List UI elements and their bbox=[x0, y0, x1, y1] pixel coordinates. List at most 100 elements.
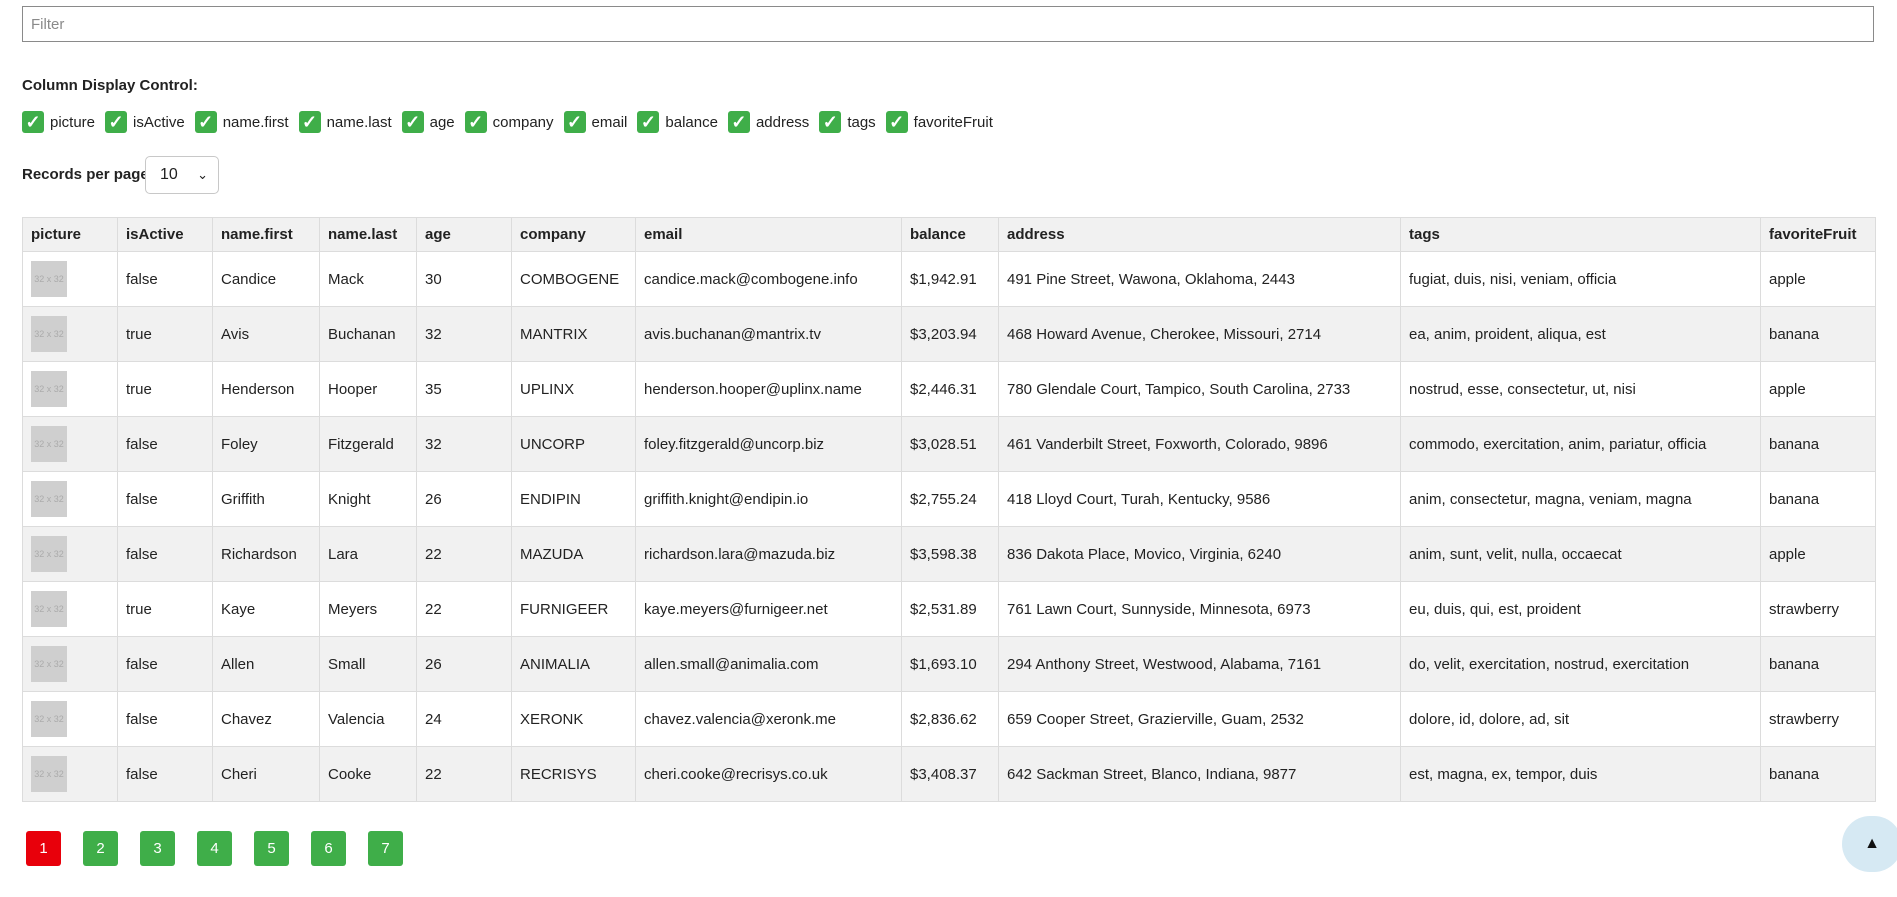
column-header[interactable]: tags bbox=[1400, 217, 1761, 252]
column-header[interactable]: name.last bbox=[319, 217, 417, 252]
column-header[interactable]: name.first bbox=[212, 217, 320, 252]
cell-name-last: Fitzgerald bbox=[319, 416, 417, 472]
column-toggle-name-first[interactable]: ✓ name.first bbox=[194, 111, 289, 133]
cell-picture: 32 x 32 bbox=[22, 581, 118, 637]
cell-company: MAZUDA bbox=[511, 526, 636, 582]
column-header[interactable]: company bbox=[511, 217, 636, 252]
checkbox-checked-icon[interactable]: ✓ bbox=[194, 111, 217, 133]
arrow-up-icon: ▲ bbox=[1864, 835, 1880, 852]
cell-company: FURNIGEER bbox=[511, 581, 636, 637]
cell-name-first: Griffith bbox=[212, 471, 320, 527]
table-row: 32 x 32 false Foley Fitzgerald 32 UNCORP foley… bbox=[22, 416, 1876, 472]
cell-favorite-fruit: apple bbox=[1760, 361, 1876, 417]
cell-isactive: false bbox=[117, 416, 213, 472]
checkbox-checked-icon[interactable]: ✓ bbox=[464, 111, 487, 133]
cell-company: ENDIPIN bbox=[511, 471, 636, 527]
column-header[interactable]: balance bbox=[901, 217, 999, 252]
column-header[interactable]: favoriteFruit bbox=[1760, 217, 1876, 252]
cell-company: MANTRIX bbox=[511, 306, 636, 362]
checkbox-checked-icon[interactable]: ✓ bbox=[401, 111, 424, 133]
picture-thumbnail: 32 x 32 bbox=[31, 536, 67, 572]
checkbox-checked-icon[interactable]: ✓ bbox=[885, 111, 908, 133]
checkbox-checked-icon[interactable]: ✓ bbox=[22, 111, 44, 133]
page-button-6[interactable]: 6 bbox=[311, 831, 346, 866]
cell-email: kaye.meyers@furnigeer.net bbox=[635, 581, 902, 637]
cell-picture: 32 x 32 bbox=[22, 471, 118, 527]
column-header[interactable]: isActive bbox=[117, 217, 213, 252]
column-toggle-name-last[interactable]: ✓ name.last bbox=[298, 111, 392, 133]
table-row: 32 x 32 false Allen Small 26 ANIMALIA allen.sm… bbox=[22, 636, 1876, 692]
cell-tags: fugiat, duis, nisi, veniam, officia bbox=[1400, 251, 1761, 307]
cell-favorite-fruit: apple bbox=[1760, 526, 1876, 582]
page-button-1[interactable]: 1 bbox=[26, 831, 61, 866]
cell-balance: $1,942.91 bbox=[901, 251, 999, 307]
column-toggle-label: address bbox=[755, 113, 810, 131]
column-toggle-tags[interactable]: ✓ tags bbox=[819, 111, 876, 133]
cell-isactive: true bbox=[117, 306, 213, 362]
column-header[interactable]: picture bbox=[22, 217, 118, 252]
checkbox-checked-icon[interactable]: ✓ bbox=[105, 111, 128, 133]
cell-company: COMBOGENE bbox=[511, 251, 636, 307]
column-toggle-email[interactable]: ✓ email bbox=[563, 111, 627, 133]
cell-isactive: false bbox=[117, 636, 213, 692]
cell-company: XERONK bbox=[511, 691, 636, 747]
cell-company: RECRISYS bbox=[511, 746, 636, 802]
cell-email: henderson.hooper@uplinx.name bbox=[635, 361, 902, 417]
cell-balance: $1,693.10 bbox=[901, 636, 999, 692]
column-header[interactable]: age bbox=[416, 217, 512, 252]
cell-picture: 32 x 32 bbox=[22, 636, 118, 692]
column-toggle-isactive[interactable]: ✓ isActive bbox=[105, 111, 185, 133]
column-toggle-company[interactable]: ✓ company bbox=[464, 111, 554, 133]
checkbox-checked-icon[interactable]: ✓ bbox=[637, 111, 660, 133]
column-toggle-favoritefruit[interactable]: ✓ favoriteFruit bbox=[885, 111, 993, 133]
column-header[interactable]: email bbox=[635, 217, 902, 252]
cell-tags: est, magna, ex, tempor, duis bbox=[1400, 746, 1761, 802]
page-button-7[interactable]: 7 bbox=[368, 831, 403, 866]
column-toggle-address[interactable]: ✓ address bbox=[727, 111, 810, 133]
cell-tags: do, velit, exercitation, nostrud, exerci… bbox=[1400, 636, 1761, 692]
cell-age: 35 bbox=[416, 361, 512, 417]
cell-isactive: true bbox=[117, 581, 213, 637]
cell-isactive: false bbox=[117, 526, 213, 582]
cell-isactive: false bbox=[117, 691, 213, 747]
cell-tags: anim, sunt, velit, nulla, occaecat bbox=[1400, 526, 1761, 582]
column-toggle-label: age bbox=[429, 113, 455, 131]
page-button-3[interactable]: 3 bbox=[140, 831, 175, 866]
cell-isactive: false bbox=[117, 471, 213, 527]
cell-favorite-fruit: banana bbox=[1760, 471, 1876, 527]
page-button-4[interactable]: 4 bbox=[197, 831, 232, 866]
picture-thumbnail: 32 x 32 bbox=[31, 701, 67, 737]
column-toggle-picture[interactable]: ✓ picture bbox=[22, 111, 95, 133]
column-toggle-age[interactable]: ✓ age bbox=[401, 111, 455, 133]
cell-age: 32 bbox=[416, 416, 512, 472]
page-button-2[interactable]: 2 bbox=[83, 831, 118, 866]
cell-name-last: Knight bbox=[319, 471, 417, 527]
column-header[interactable]: address bbox=[998, 217, 1401, 252]
records-per-page-label: Records per page: bbox=[22, 166, 154, 183]
cell-name-last: Meyers bbox=[319, 581, 417, 637]
cell-address: 294 Anthony Street, Westwood, Alabama, 7… bbox=[998, 636, 1401, 692]
column-toggle-balance[interactable]: ✓ balance bbox=[637, 111, 718, 133]
cell-name-last: Buchanan bbox=[319, 306, 417, 362]
picture-thumbnail: 32 x 32 bbox=[31, 261, 67, 297]
cell-address: 836 Dakota Place, Movico, Virginia, 6240 bbox=[998, 526, 1401, 582]
cell-favorite-fruit: banana bbox=[1760, 416, 1876, 472]
table-row: 32 x 32 false Griffith Knight 26 ENDIPIN griff… bbox=[22, 471, 1876, 527]
checkbox-checked-icon[interactable]: ✓ bbox=[563, 111, 586, 133]
checkbox-checked-icon[interactable]: ✓ bbox=[298, 111, 321, 133]
cell-balance: $2,531.89 bbox=[901, 581, 999, 637]
page-button-5[interactable]: 5 bbox=[254, 831, 289, 866]
cell-tags: anim, consectetur, magna, veniam, magna bbox=[1400, 471, 1761, 527]
cell-picture: 32 x 32 bbox=[22, 416, 118, 472]
picture-thumbnail: 32 x 32 bbox=[31, 371, 67, 407]
cell-address: 780 Glendale Court, Tampico, South Carol… bbox=[998, 361, 1401, 417]
checkbox-checked-icon[interactable]: ✓ bbox=[819, 111, 842, 133]
checkbox-checked-icon[interactable]: ✓ bbox=[727, 111, 750, 133]
scroll-to-top-button[interactable]: ▲ bbox=[1842, 816, 1897, 872]
filter-input[interactable] bbox=[22, 6, 1874, 42]
cell-balance: $2,446.31 bbox=[901, 361, 999, 417]
cell-age: 22 bbox=[416, 526, 512, 582]
records-per-page-select[interactable]: 10 ⌄ bbox=[145, 156, 219, 194]
cell-name-first: Cheri bbox=[212, 746, 320, 802]
column-toggle-label: isActive bbox=[133, 113, 185, 131]
